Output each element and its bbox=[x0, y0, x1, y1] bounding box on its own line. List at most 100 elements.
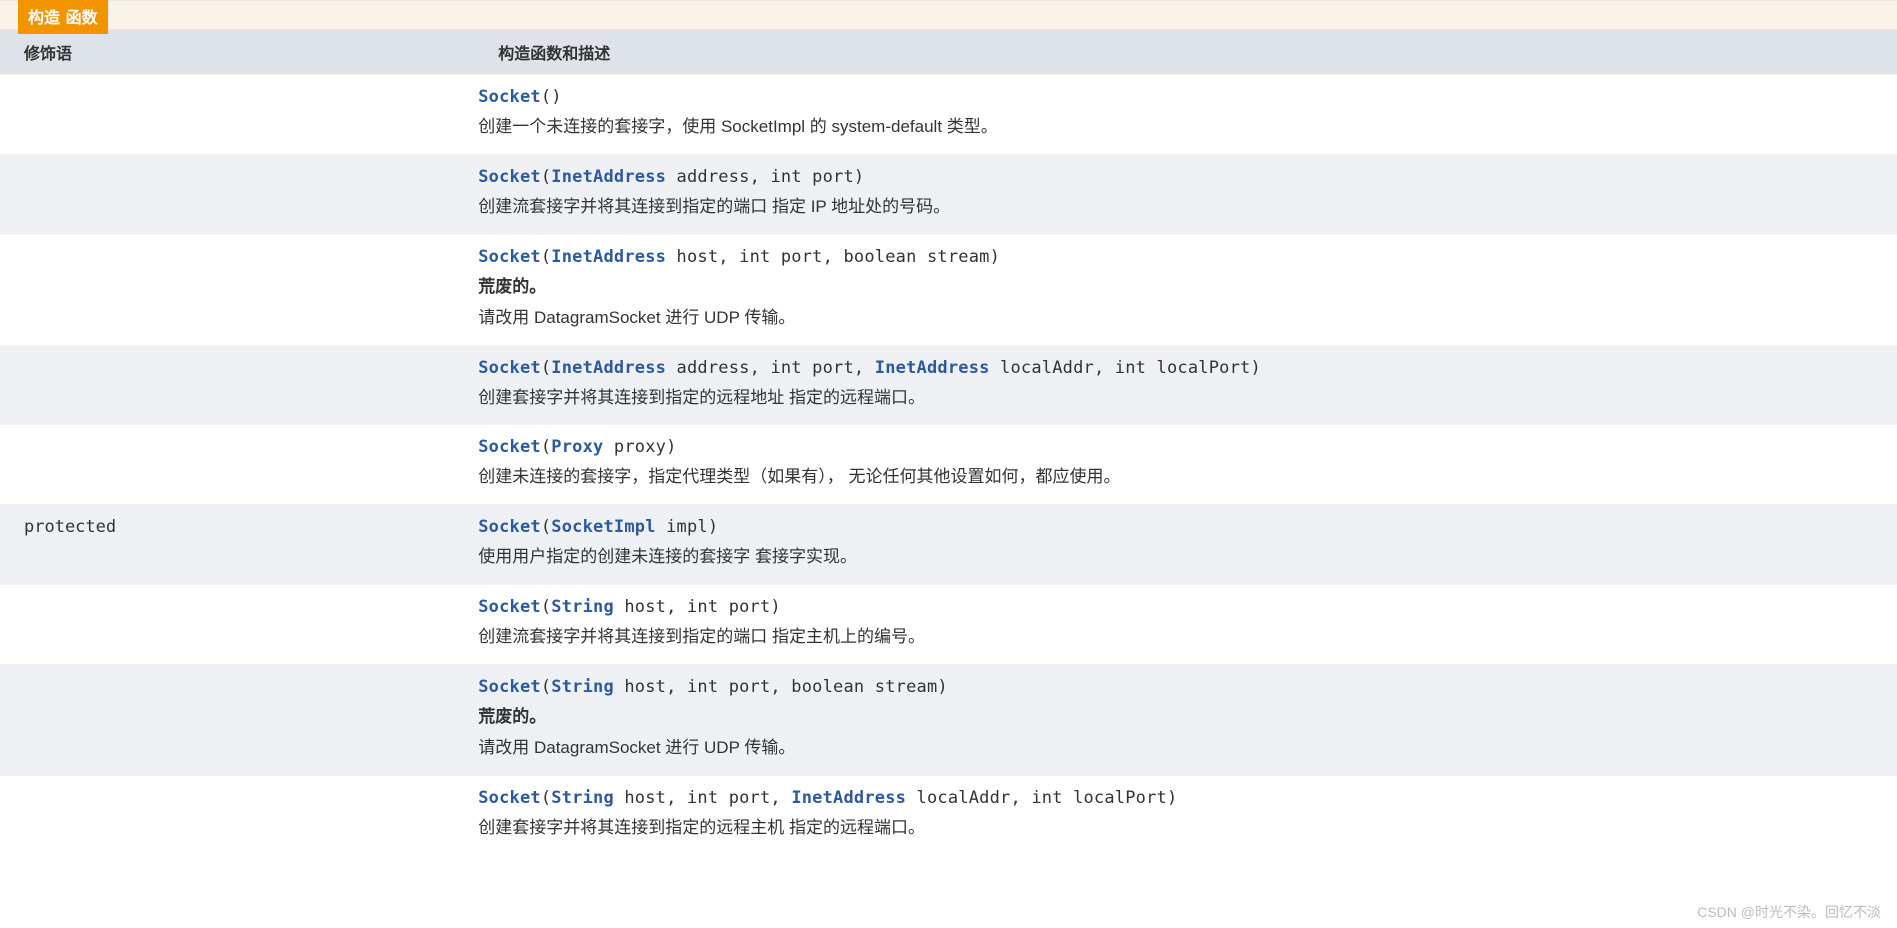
description-text: 创建流套接字并将其连接到指定的端口 指定 IP 地址处的号码。 bbox=[478, 197, 950, 216]
param-type-link[interactable]: InetAddress bbox=[875, 358, 990, 378]
constructor-name[interactable]: Socket bbox=[478, 87, 541, 107]
signature-text: () bbox=[541, 87, 562, 107]
constructor-description: 创建一个未连接的套接字，使用 SocketImpl 的 system-defau… bbox=[478, 113, 1885, 142]
description-cell: Socket(InetAddress address, int port) 创建流… bbox=[474, 154, 1897, 234]
description-cell: Socket(InetAddress host, int port, boole… bbox=[474, 234, 1897, 345]
signature-text: ( bbox=[541, 677, 551, 697]
param-type-link[interactable]: InetAddress bbox=[551, 167, 666, 187]
description-text: 创建流套接字并将其连接到指定的端口 指定主机上的编号。 bbox=[478, 627, 925, 646]
signature-text: ( bbox=[541, 167, 551, 187]
description-text: 创建套接字并将其连接到指定的远程主机 指定的远程端口。 bbox=[478, 818, 925, 837]
param-type-link[interactable]: String bbox=[551, 788, 614, 808]
constructor-description: 创建流套接字并将其连接到指定的端口 指定主机上的编号。 bbox=[478, 623, 1885, 652]
constructor-signature[interactable]: Socket(String host, int port, boolean st… bbox=[478, 677, 1885, 697]
table-row: Socket(String host, int port, boolean st… bbox=[0, 665, 1897, 776]
modifier-cell bbox=[0, 665, 474, 776]
constructor-name[interactable]: Socket bbox=[478, 358, 541, 378]
constructor-name[interactable]: Socket bbox=[478, 437, 541, 457]
table-row: protected Socket(SocketImpl impl) 使用用户指定的… bbox=[0, 505, 1897, 585]
description-cell: Socket(SocketImpl impl) 使用用户指定的创建未连接的套接字 … bbox=[474, 505, 1897, 585]
signature-text: host, int port, boolean stream) bbox=[614, 677, 948, 697]
signature-text: ( bbox=[541, 597, 551, 617]
constructor-description: 使用用户指定的创建未连接的套接字 套接字实现。 bbox=[478, 543, 1885, 572]
description-text: 创建套接字并将其连接到指定的远程地址 指定的远程端口。 bbox=[478, 388, 925, 407]
constructor-signature[interactable]: Socket(Proxy proxy) bbox=[478, 437, 1885, 457]
signature-text: ( bbox=[541, 247, 551, 267]
table-row: Socket(String host, int port, InetAddres… bbox=[0, 775, 1897, 854]
constructor-description: 创建套接字并将其连接到指定的远程地址 指定的远程端口。 bbox=[478, 384, 1885, 413]
column-header-modifier: 修饰语 bbox=[0, 30, 474, 75]
constructor-name[interactable]: Socket bbox=[478, 247, 541, 267]
description-cell: Socket(String host, int port) 创建流套接字并将其连接… bbox=[474, 585, 1897, 665]
param-type-link[interactable]: String bbox=[551, 677, 614, 697]
param-type-link[interactable]: SocketImpl bbox=[551, 517, 655, 537]
description-text: 使用用户指定的创建未连接的套接字 套接字实现。 bbox=[478, 547, 857, 566]
table-row: Socket(InetAddress host, int port, boole… bbox=[0, 234, 1897, 345]
signature-text: ( bbox=[541, 517, 551, 537]
signature-text: host, int port, boolean stream) bbox=[666, 247, 1000, 267]
description-text: 请改用 DatagramSocket 进行 UDP 传输。 bbox=[478, 738, 795, 757]
constructor-signature[interactable]: Socket(SocketImpl impl) bbox=[478, 517, 1885, 537]
constructor-signature[interactable]: Socket(String host, int port, InetAddres… bbox=[478, 788, 1885, 808]
param-type-link[interactable]: InetAddress bbox=[551, 358, 666, 378]
modifier-cell bbox=[0, 585, 474, 665]
section-title: 构造 函数 bbox=[18, 0, 108, 34]
watermark: CSDN @时光不染。回忆不淡 bbox=[1697, 902, 1881, 922]
deprecated-label: 荒废的。 bbox=[478, 703, 1885, 732]
signature-text: localAddr, int localPort) bbox=[906, 788, 1177, 808]
deprecated-label: 荒废的。 bbox=[478, 273, 1885, 302]
constructors-table: 修饰语 构造函数和描述 Socket()创建一个未连接的套接字，使用 Socke… bbox=[0, 30, 1897, 855]
table-row: Socket(InetAddress address, int port) 创建流… bbox=[0, 154, 1897, 234]
signature-text: proxy) bbox=[603, 437, 676, 457]
table-row: Socket(String host, int port) 创建流套接字并将其连接… bbox=[0, 585, 1897, 665]
constructor-signature[interactable]: Socket(InetAddress address, int port) bbox=[478, 167, 1885, 187]
constructor-description: 创建未连接的套接字，指定代理类型（如果有）， 无论任何其他设置如何，都应使用。 bbox=[478, 463, 1885, 492]
signature-text: address, int port) bbox=[666, 167, 864, 187]
section-bar: 构造 函数 bbox=[0, 0, 1897, 30]
description-text: 请改用 DatagramSocket 进行 UDP 传输。 bbox=[478, 308, 795, 327]
constructor-name[interactable]: Socket bbox=[478, 677, 541, 697]
constructor-name[interactable]: Socket bbox=[478, 788, 541, 808]
description-cell: Socket(Proxy proxy) 创建未连接的套接字，指定代理类型（如果有）… bbox=[474, 425, 1897, 505]
constructor-signature[interactable]: Socket(String host, int port) bbox=[478, 597, 1885, 617]
modifier-cell bbox=[0, 75, 474, 155]
modifier-cell bbox=[0, 234, 474, 345]
modifier-cell bbox=[0, 425, 474, 505]
signature-text: impl) bbox=[656, 517, 719, 537]
signature-text: host, int port, bbox=[614, 788, 791, 808]
table-row: Socket(InetAddress address, int port, In… bbox=[0, 345, 1897, 425]
modifier-cell: protected bbox=[0, 505, 474, 585]
signature-text: host, int port) bbox=[614, 597, 781, 617]
constructor-signature[interactable]: Socket(InetAddress host, int port, boole… bbox=[478, 247, 1885, 267]
description-cell: Socket(String host, int port, InetAddres… bbox=[474, 775, 1897, 854]
modifier-cell bbox=[0, 775, 474, 854]
constructor-description: 创建流套接字并将其连接到指定的端口 指定 IP 地址处的号码。 bbox=[478, 193, 1885, 222]
signature-text: ( bbox=[541, 788, 551, 808]
description-cell: Socket(String host, int port, boolean st… bbox=[474, 665, 1897, 776]
param-type-link[interactable]: String bbox=[551, 597, 614, 617]
constructor-name[interactable]: Socket bbox=[478, 517, 541, 537]
signature-text: localAddr, int localPort) bbox=[990, 358, 1261, 378]
constructor-signature[interactable]: Socket(InetAddress address, int port, In… bbox=[478, 358, 1885, 378]
signature-text: ( bbox=[541, 437, 551, 457]
param-type-link[interactable]: InetAddress bbox=[551, 247, 666, 267]
param-type-link[interactable]: Proxy bbox=[551, 437, 603, 457]
column-header-description: 构造函数和描述 bbox=[474, 30, 1897, 75]
description-text: 创建一个未连接的套接字，使用 SocketImpl 的 system-defau… bbox=[478, 117, 998, 136]
constructor-description: 荒废的。请改用 DatagramSocket 进行 UDP 传输。 bbox=[478, 273, 1885, 333]
constructor-name[interactable]: Socket bbox=[478, 597, 541, 617]
signature-text: ( bbox=[541, 358, 551, 378]
modifier-cell bbox=[0, 154, 474, 234]
constructor-signature[interactable]: Socket() bbox=[478, 87, 1885, 107]
description-cell: Socket(InetAddress address, int port, In… bbox=[474, 345, 1897, 425]
table-row: Socket() 创建一个未连接的套接字，使用 SocketImpl 的 syst… bbox=[0, 75, 1897, 155]
constructor-name[interactable]: Socket bbox=[478, 167, 541, 187]
modifier-cell bbox=[0, 345, 474, 425]
table-row: Socket(Proxy proxy) 创建未连接的套接字，指定代理类型（如果有）… bbox=[0, 425, 1897, 505]
description-cell: Socket() 创建一个未连接的套接字，使用 SocketImpl 的 syst… bbox=[474, 75, 1897, 155]
param-type-link[interactable]: InetAddress bbox=[791, 788, 906, 808]
description-text: 创建未连接的套接字，指定代理类型（如果有）， 无论任何其他设置如何，都应使用。 bbox=[478, 467, 1120, 486]
constructor-description: 荒废的。请改用 DatagramSocket 进行 UDP 传输。 bbox=[478, 703, 1885, 763]
signature-text: address, int port, bbox=[666, 358, 875, 378]
constructor-description: 创建套接字并将其连接到指定的远程主机 指定的远程端口。 bbox=[478, 814, 1885, 843]
